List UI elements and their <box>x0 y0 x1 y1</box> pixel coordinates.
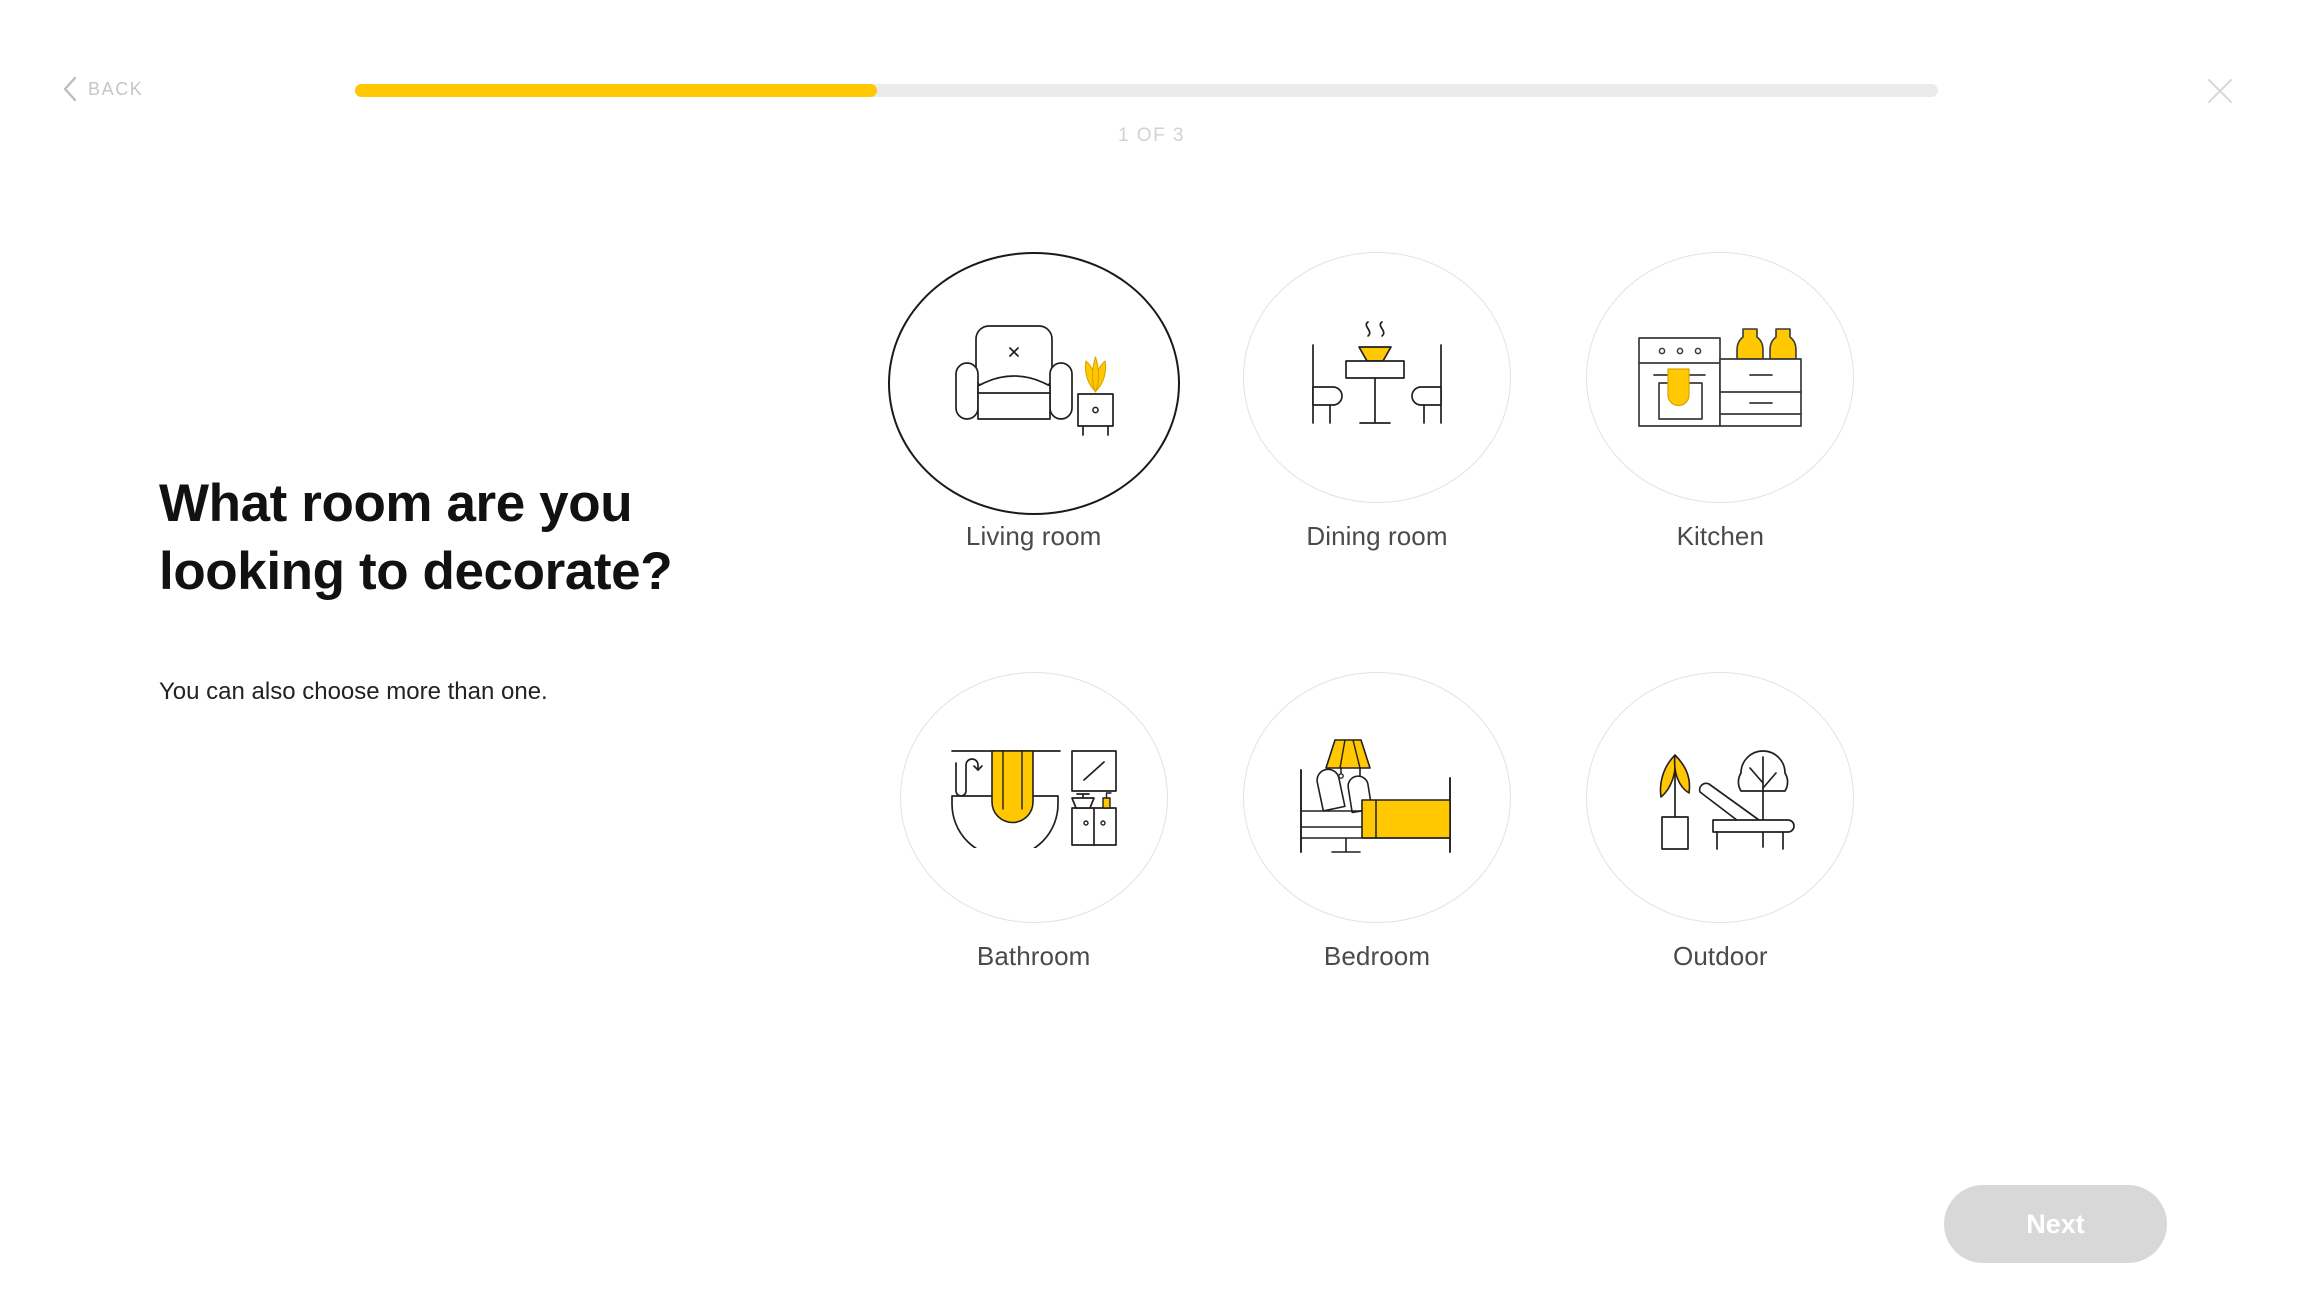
dining-table-icon <box>1302 317 1452 439</box>
option-circle <box>1242 252 1511 503</box>
page-subtitle: You can also choose more than one. <box>159 677 548 705</box>
option-dining-room[interactable]: Dining room <box>1205 252 1548 552</box>
chevron-left-icon <box>62 76 78 102</box>
option-living-room[interactable]: Living room <box>862 252 1205 552</box>
option-label: Kitchen <box>1676 521 1765 551</box>
option-kitchen[interactable]: Kitchen <box>1549 252 1892 552</box>
option-label: Bathroom <box>976 941 1091 971</box>
option-circle <box>899 672 1168 923</box>
step-counter: 1 OF 3 <box>1117 125 1186 146</box>
bed-lamp-icon <box>1298 738 1456 858</box>
close-icon <box>2207 78 2233 109</box>
kitchen-oven-icon <box>1637 325 1803 431</box>
headline-line-1: What room are you <box>159 474 633 533</box>
headline-line-2: looking to decorate? <box>159 541 673 601</box>
option-label: Bedroom <box>1323 941 1431 971</box>
option-label: Dining room <box>1306 521 1448 551</box>
progress-fill <box>355 84 878 97</box>
page-title: What room are you looking to decorate? <box>159 470 779 606</box>
option-label: Living room <box>965 521 1102 551</box>
parasol-tree-lounger-icon <box>1645 735 1796 861</box>
back-label: BACK <box>88 78 144 99</box>
intro-copy: What room are you looking to decorate? Y… <box>159 470 779 706</box>
option-circle <box>1242 672 1511 923</box>
option-label: Outdoor <box>1673 941 1768 971</box>
armchair-plant-icon <box>953 321 1115 447</box>
option-bathroom[interactable]: Bathroom <box>862 672 1205 972</box>
option-outdoor[interactable]: Outdoor <box>1549 672 1892 972</box>
bathtub-vanity-icon <box>950 748 1118 848</box>
option-circle <box>1586 672 1855 923</box>
option-bedroom[interactable]: Bedroom <box>1205 672 1548 972</box>
option-circle <box>887 252 1180 515</box>
room-options-grid: Living room Dining room Kitchen Bathroom… <box>862 252 1892 972</box>
onboarding-screen: BACK 1 OF 3 What room are you looking to… <box>0 0 2303 1292</box>
option-circle <box>1586 252 1855 503</box>
progress-bar <box>355 84 1938 97</box>
back-button[interactable]: BACK <box>62 76 143 102</box>
close-button[interactable] <box>2199 72 2241 114</box>
next-button[interactable]: Next <box>1944 1185 2167 1263</box>
